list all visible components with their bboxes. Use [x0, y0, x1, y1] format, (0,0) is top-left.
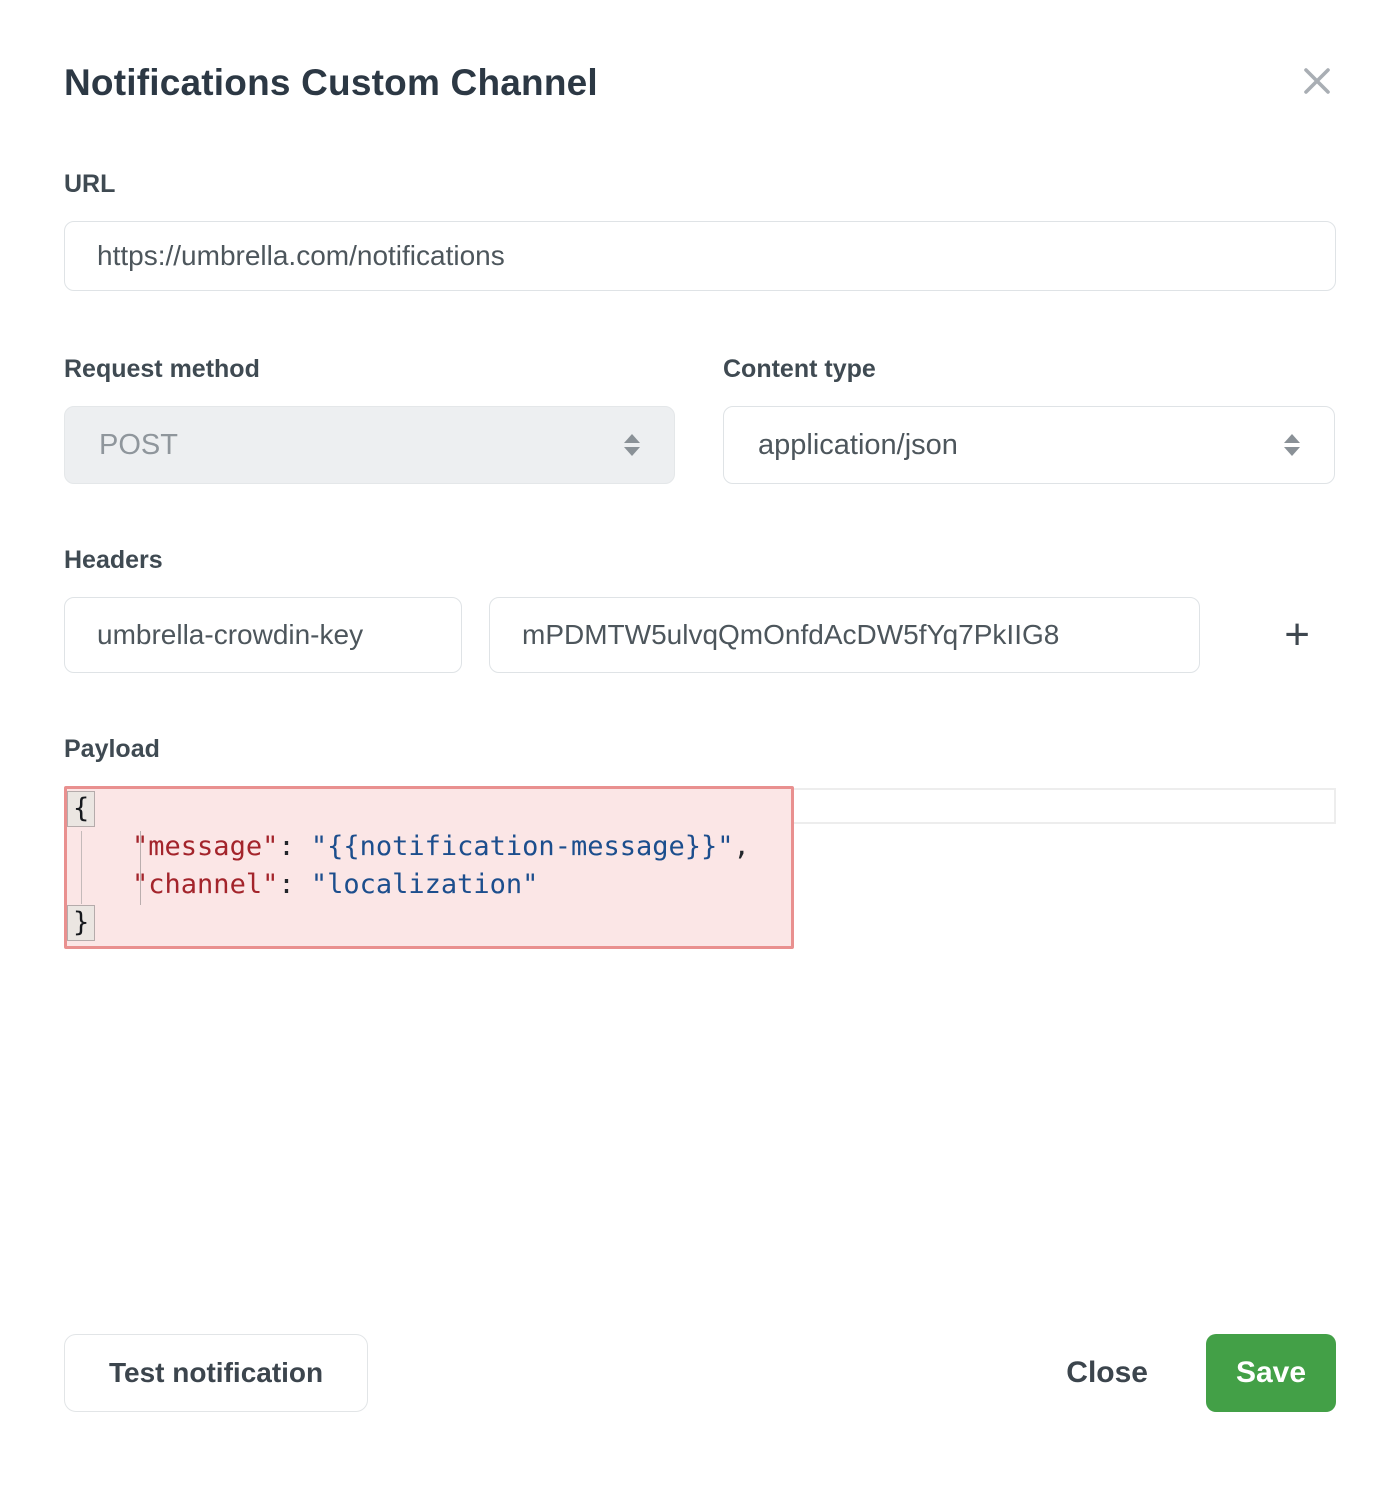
dialog-header: Notifications Custom Channel — [64, 62, 1336, 104]
request-method-label: Request method — [64, 355, 675, 384]
content-type-group: Content type application/json — [723, 355, 1335, 484]
request-method-group: Request method POST — [64, 355, 675, 484]
select-arrows-icon — [624, 434, 640, 456]
headers-label: Headers — [64, 546, 1336, 575]
content-type-value: application/json — [758, 429, 958, 462]
close-dialog-button[interactable]: Close — [1066, 1356, 1148, 1390]
test-notification-button[interactable]: Test notification — [64, 1334, 368, 1412]
url-label: URL — [64, 170, 1336, 199]
request-method-select: POST — [64, 406, 675, 484]
header-value-input[interactable] — [489, 597, 1200, 673]
url-input[interactable] — [64, 221, 1336, 291]
dialog-footer: Test notification Close Save — [64, 1334, 1336, 1412]
headers-group: Headers + — [64, 546, 1336, 673]
code-line: { — [67, 790, 791, 828]
request-method-value: POST — [99, 429, 178, 462]
payload-editor[interactable]: { "message": "{{notification-message}}",… — [64, 786, 1336, 946]
gutter-line — [81, 831, 82, 904]
code-line: } — [67, 904, 791, 942]
dialog-title: Notifications Custom Channel — [64, 62, 1336, 104]
select-arrows-icon — [1284, 434, 1300, 456]
url-field-group: URL — [64, 170, 1336, 291]
indent-guide — [140, 831, 141, 905]
content-type-label: Content type — [723, 355, 1335, 384]
content-type-select[interactable]: application/json — [723, 406, 1335, 484]
plus-icon: + — [1284, 610, 1310, 659]
save-button[interactable]: Save — [1206, 1334, 1336, 1412]
code-line: "message": "{{notification-message}}", — [67, 828, 791, 866]
code-line: "channel": "localization" — [67, 866, 791, 904]
close-button[interactable] — [1298, 64, 1336, 102]
header-row: + — [64, 597, 1336, 673]
notifications-custom-channel-dialog: Notifications Custom Channel URL Request… — [0, 0, 1400, 1508]
close-icon — [1300, 64, 1334, 103]
header-key-input[interactable] — [64, 597, 462, 673]
method-contenttype-row: Request method POST Content type applica… — [64, 355, 1336, 484]
payload-code-block[interactable]: { "message": "{{notification-message}}",… — [64, 786, 794, 949]
add-header-button[interactable]: + — [1284, 613, 1310, 657]
payload-group: Payload { "message": "{{notification-mes… — [64, 735, 1336, 946]
payload-label: Payload — [64, 735, 1336, 764]
